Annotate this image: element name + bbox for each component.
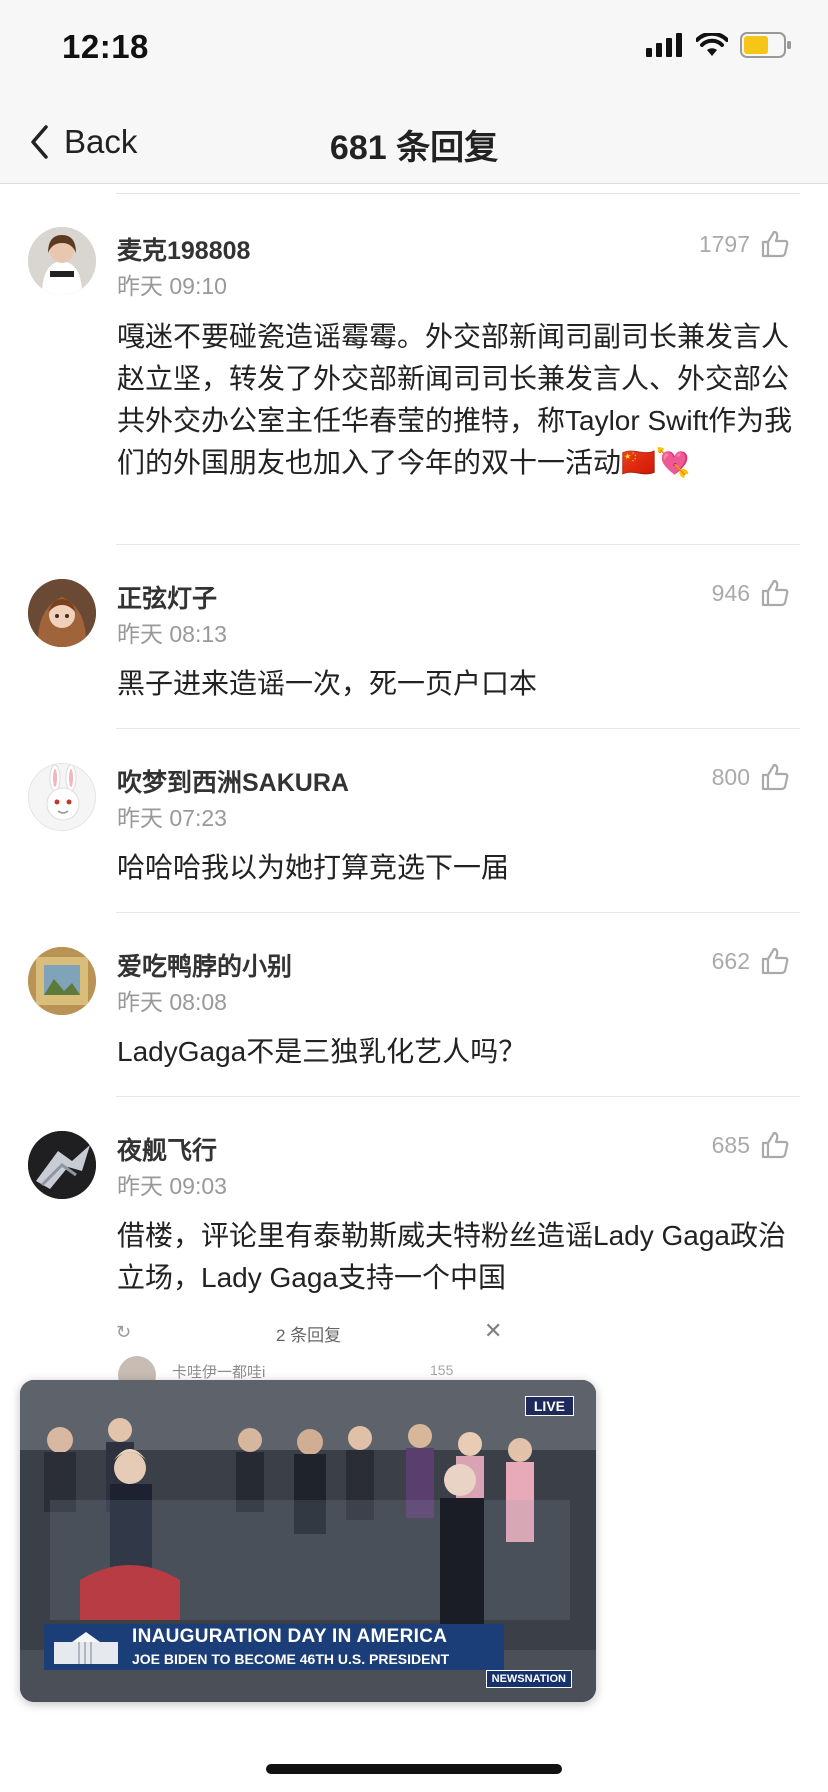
battery-icon <box>740 32 791 58</box>
timestamp: 昨天 07:23 <box>117 805 227 831</box>
live-badge: LIVE <box>524 1396 574 1416</box>
comment-text: 嘎迷不要碰瓷造谣霉霉。外交部新闻司副司长兼发言人赵立坚，转发了外交部新闻司司长兼… <box>117 321 793 478</box>
username[interactable]: 正弦灯子 <box>117 579 217 615</box>
avatar[interactable] <box>28 763 96 831</box>
like-button[interactable]: 946 <box>712 578 790 608</box>
timestamp: 昨天 09:10 <box>117 273 227 299</box>
comment-item[interactable]: 夜舰飞行 昨天 09:03 685 借楼，评论里有泰勒斯威夫特粉丝造谣Lady … <box>0 1097 828 1317</box>
thumbs-up-icon <box>761 947 789 975</box>
avatar[interactable] <box>28 947 96 1015</box>
timestamp: 昨天 08:08 <box>117 989 227 1015</box>
comment-item[interactable]: 正弦灯子 昨天 08:13 946 黑子进来造谣一次，死一页户口本 <box>0 545 828 729</box>
close-icon[interactable]: ✕ <box>484 1318 502 1344</box>
comment-text: LadyGaga不是三独乳化艺人吗？ <box>117 1036 527 1067</box>
like-count: 1797 <box>698 230 750 257</box>
news-headline: INAUGURATION DAY IN AMERICA <box>132 1626 448 1647</box>
username[interactable]: 吹梦到西洲SAKURA <box>117 763 349 799</box>
status-icons <box>646 32 792 58</box>
avatar[interactable] <box>28 579 96 647</box>
like-button[interactable]: 662 <box>712 946 790 976</box>
like-button[interactable]: 800 <box>712 762 790 792</box>
like-count: 662 <box>711 947 750 974</box>
like-count: 685 <box>711 1131 750 1158</box>
avatar[interactable] <box>28 227 96 295</box>
timestamp: 昨天 08:13 <box>117 621 227 647</box>
like-button[interactable]: 1797 <box>699 229 790 259</box>
thumbs-up-icon <box>761 230 789 258</box>
status-bar: 12:18 <box>0 0 828 100</box>
comment-text: 哈哈哈我以为她打算竞选下一届 <box>117 852 510 883</box>
username[interactable]: 夜舰飞行 <box>117 1131 217 1167</box>
comment-text: 黑子进来造谣一次，死一页户口本 <box>117 668 538 699</box>
news-subheadline: JOE BIDEN TO BECOME 46TH U.S. PRESIDENT <box>132 1651 450 1667</box>
comment-text: 借楼，评论里有泰勒斯威夫特粉丝造谣Lady Gaga政治立场，Lady Gaga… <box>117 1220 786 1293</box>
refresh-icon[interactable]: ↻ <box>116 1322 131 1343</box>
nav-bar: Back 681 条回复 <box>0 100 828 184</box>
avatar[interactable] <box>28 1131 96 1199</box>
signal-icon <box>646 33 682 57</box>
home-indicator[interactable] <box>266 1764 562 1774</box>
video-player[interactable]: LIVE INAUGURATION DAY IN AMERICA JOE BID… <box>20 1380 596 1702</box>
wifi-icon <box>696 33 728 56</box>
page-title: 681 条回复 <box>329 129 499 167</box>
like-button[interactable]: 685 <box>712 1130 790 1160</box>
thumbs-up-icon <box>761 763 789 791</box>
username[interactable]: 爱吃鸭脖的小别 <box>117 947 292 983</box>
white-house-icon <box>54 1632 118 1664</box>
like-count: 946 <box>711 579 750 606</box>
comment-item[interactable]: 爱吃鸭脖的小别 昨天 08:08 662 LadyGaga不是三独乳化艺人吗？ <box>0 913 828 1097</box>
username[interactable]: 麦克198808 <box>117 231 250 267</box>
network-logo: NEWSNATION <box>485 1670 572 1688</box>
comment-item[interactable]: 麦克198808 昨天 09:10 1797 嘎迷不要碰瓷造谣霉霉。外交部新闻司… <box>0 193 828 545</box>
like-count: 800 <box>711 763 750 790</box>
comment-item[interactable]: 吹梦到西洲SAKURA 昨天 07:23 800 哈哈哈我以为她打算竞选下一届 <box>0 729 828 913</box>
username[interactable]: 卡哇伊一都哇i <box>172 1361 265 1382</box>
status-time: 12:18 <box>62 28 149 65</box>
thumbs-up-icon <box>761 1131 789 1159</box>
like-count: 155 <box>430 1362 454 1378</box>
timestamp: 昨天 09:03 <box>117 1173 227 1199</box>
thumbs-up-icon <box>761 579 789 607</box>
reply-count-title: 2 条回复 <box>276 1326 342 1345</box>
